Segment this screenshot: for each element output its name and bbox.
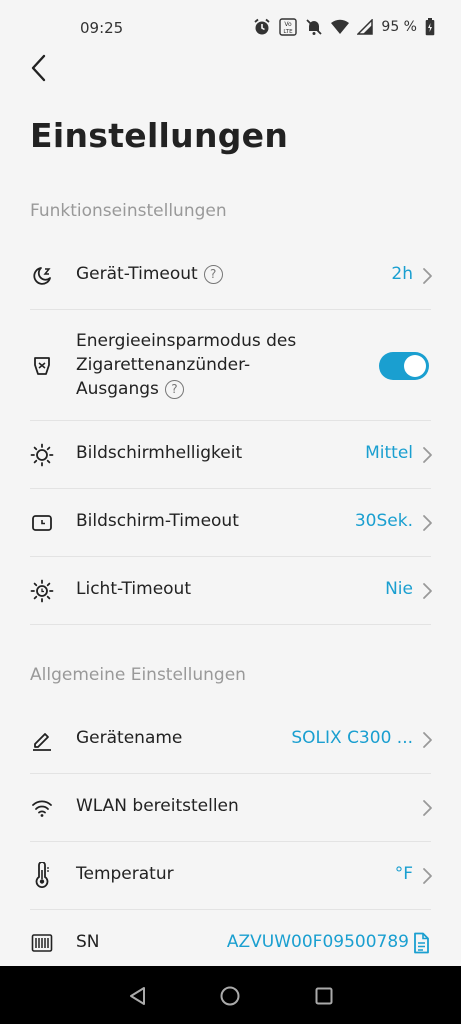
row-temperature[interactable]: Temperatur °F [0,842,461,909]
battery-icon [425,18,435,36]
value-screen-brightness: Mittel [365,443,413,463]
row-screen-brightness[interactable]: Bildschirmhelligkeit Mittel [0,421,461,488]
energy-saving-line-3-wrap: Ausgangs ? [76,377,336,401]
nav-home-icon[interactable] [219,985,241,1007]
label-temperature: Temperatur [76,864,174,884]
label-device-timeout: Gerät-Timeout ? [76,264,223,284]
navigation-bar [0,966,461,1024]
chevron-right-icon [423,268,432,284]
value-light-timeout: Nie [385,579,413,599]
nav-back-icon[interactable] [127,985,149,1007]
signal-icon [357,19,374,35]
nav-recents-icon[interactable] [313,985,335,1007]
row-serial-number: SN AZVUW00F09500789 [0,910,461,966]
value-screen-timeout: 30Sek. [354,511,413,531]
chevron-right-icon [423,583,432,599]
status-icons: Vo LTE 95 % [253,18,435,36]
row-device-name[interactable]: Gerätename SOLIX C300 ... [0,706,461,773]
volte-icon: Vo LTE [279,18,298,36]
chevron-right-icon [423,800,432,816]
energy-saving-line-3: Ausgangs [76,379,159,399]
value-temperature: °F [394,864,413,884]
svg-text:Vo: Vo [285,21,293,28]
row-wlan-provision[interactable]: WLAN bereitstellen [0,774,461,841]
chevron-right-icon [423,732,432,748]
row-screen-timeout[interactable]: Bildschirm-Timeout 30Sek. [0,489,461,556]
energy-saving-line-2: Zigarettenanzünder- [76,355,251,375]
mute-icon [305,18,323,36]
status-time: 09:25 [80,19,124,37]
label-serial-number: SN [76,932,100,952]
label-device-name: Gerätename [76,728,183,748]
svg-text:LTE: LTE [284,29,294,35]
alarm-icon [253,18,271,36]
device-timeout-text: Gerät-Timeout [76,264,198,284]
page-title: Einstellungen [30,116,289,155]
thermometer-icon [30,862,54,888]
screen-clock-icon [30,511,54,535]
status-bar: 09:25 Vo LTE 95 % [0,0,461,56]
barcode-icon [30,931,54,955]
chevron-right-icon [423,447,432,463]
label-light-timeout: Licht-Timeout [76,579,191,599]
label-energy-saving: Energieeinsparmodus des Zigarettenanzünd… [76,329,336,401]
section-title-general: Allgemeine Einstellungen [30,665,246,685]
row-device-timeout[interactable]: Gerät-Timeout ? 2h [0,243,461,309]
copy-icon[interactable] [411,932,431,954]
section-title-function: Funktionseinstellungen [30,201,227,221]
wifi-icon [331,19,350,35]
divider [30,624,431,625]
label-screen-brightness: Bildschirmhelligkeit [76,443,243,463]
pencil-icon [30,728,54,752]
energy-saving-line-1: Energieeinsparmodus des [76,331,297,351]
socket-icon [30,354,54,378]
sun-icon [30,443,54,467]
wifi-icon [30,796,54,820]
label-screen-timeout: Bildschirm-Timeout [76,511,239,531]
battery-percentage: 95 % [381,19,417,35]
light-timeout-icon [30,579,54,603]
value-serial-number: AZVUW00F09500789 [226,932,409,952]
toggle-knob [404,355,426,377]
row-light-timeout[interactable]: Licht-Timeout Nie [0,557,461,624]
help-icon[interactable]: ? [164,379,184,399]
chevron-right-icon [423,868,432,884]
moon-icon [30,264,54,288]
energy-saving-toggle[interactable] [379,352,429,380]
value-device-timeout: 2h [391,264,413,284]
help-icon[interactable]: ? [203,264,223,284]
value-device-name: SOLIX C300 ... [291,728,413,748]
chevron-left-icon [30,54,46,86]
back-button[interactable] [22,52,54,88]
label-wlan-provision: WLAN bereitstellen [76,796,239,816]
row-energy-saving: Energieeinsparmodus des Zigarettenanzünd… [0,310,461,420]
chevron-right-icon [423,515,432,531]
